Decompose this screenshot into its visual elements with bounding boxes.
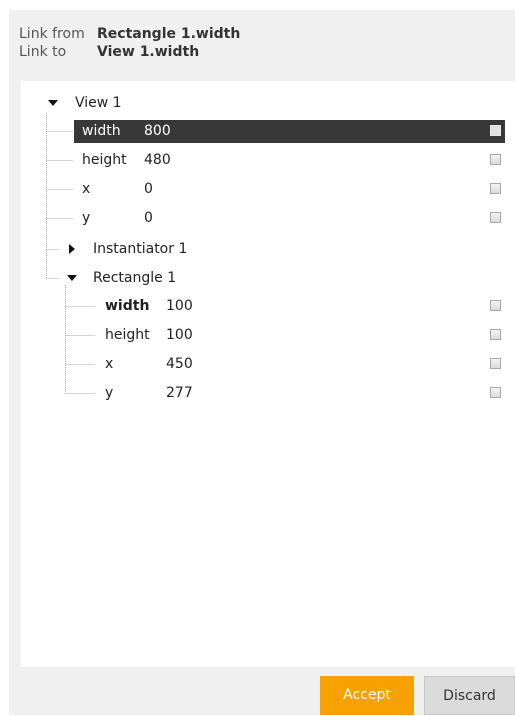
property-row-rectangle-height[interactable]: height 100: [96, 324, 505, 347]
link-summary: Link from Rectangle 1.width Link to View 1…: [19, 25, 240, 61]
link-editor-panel: Link from Rectangle 1.width Link to View 1…: [9, 10, 515, 715]
property-value: 0: [144, 181, 153, 197]
property-name: height: [82, 152, 127, 168]
property-row-rectangle-x[interactable]: x 450: [96, 353, 505, 376]
link-from-value: Rectangle 1.width: [97, 26, 241, 42]
property-name: height: [105, 327, 150, 343]
triangle-down-icon[interactable]: [48, 98, 58, 108]
triangle-down-icon[interactable]: [67, 273, 77, 283]
link-from-label: Link from: [19, 26, 85, 42]
link-to-row: Link to View 1.width: [19, 43, 240, 61]
property-name: y: [105, 385, 114, 401]
property-row-rectangle-y[interactable]: y 277: [96, 382, 505, 405]
property-value: 480: [144, 152, 171, 168]
checkbox-icon[interactable]: [490, 300, 501, 311]
property-name: width: [82, 123, 121, 139]
accept-button[interactable]: Accept: [320, 676, 414, 715]
checkbox-icon[interactable]: [490, 125, 501, 136]
checkbox-icon[interactable]: [490, 358, 501, 369]
link-from-row: Link from Rectangle 1.width: [19, 25, 240, 43]
property-value: 800: [144, 123, 171, 139]
checkbox-icon[interactable]: [490, 329, 501, 340]
link-to-value: View 1.width: [97, 44, 200, 60]
checkbox-icon[interactable]: [490, 154, 501, 165]
property-value: 450: [166, 356, 193, 372]
tree-node-label: Instantiator 1: [93, 241, 188, 257]
property-row-view-y[interactable]: y 0: [74, 207, 505, 230]
checkbox-icon[interactable]: [490, 387, 501, 398]
checkbox-icon[interactable]: [490, 183, 501, 194]
property-tree: View 1 width 800 height 480 x 0 y 0 Inst…: [21, 81, 515, 667]
property-name: x: [82, 181, 91, 197]
property-value: 0: [144, 210, 153, 226]
tree-node-label: Rectangle 1: [93, 270, 177, 286]
tree-node-label: View 1: [75, 95, 122, 111]
property-row-view-width[interactable]: width 800: [74, 120, 505, 143]
property-row-view-x[interactable]: x 0: [74, 178, 505, 201]
triangle-right-icon[interactable]: [67, 244, 77, 254]
property-value: 277: [166, 385, 193, 401]
property-name: y: [82, 210, 91, 226]
property-value: 100: [166, 327, 193, 343]
property-value: 100: [166, 298, 193, 314]
property-row-rectangle-width[interactable]: width 100: [96, 295, 505, 318]
property-name: width: [105, 298, 150, 314]
property-row-view-height[interactable]: height 480: [74, 149, 505, 172]
discard-button[interactable]: Discard: [424, 676, 515, 715]
link-to-label: Link to: [19, 44, 67, 60]
property-name: x: [105, 356, 114, 372]
checkbox-icon[interactable]: [490, 212, 501, 223]
